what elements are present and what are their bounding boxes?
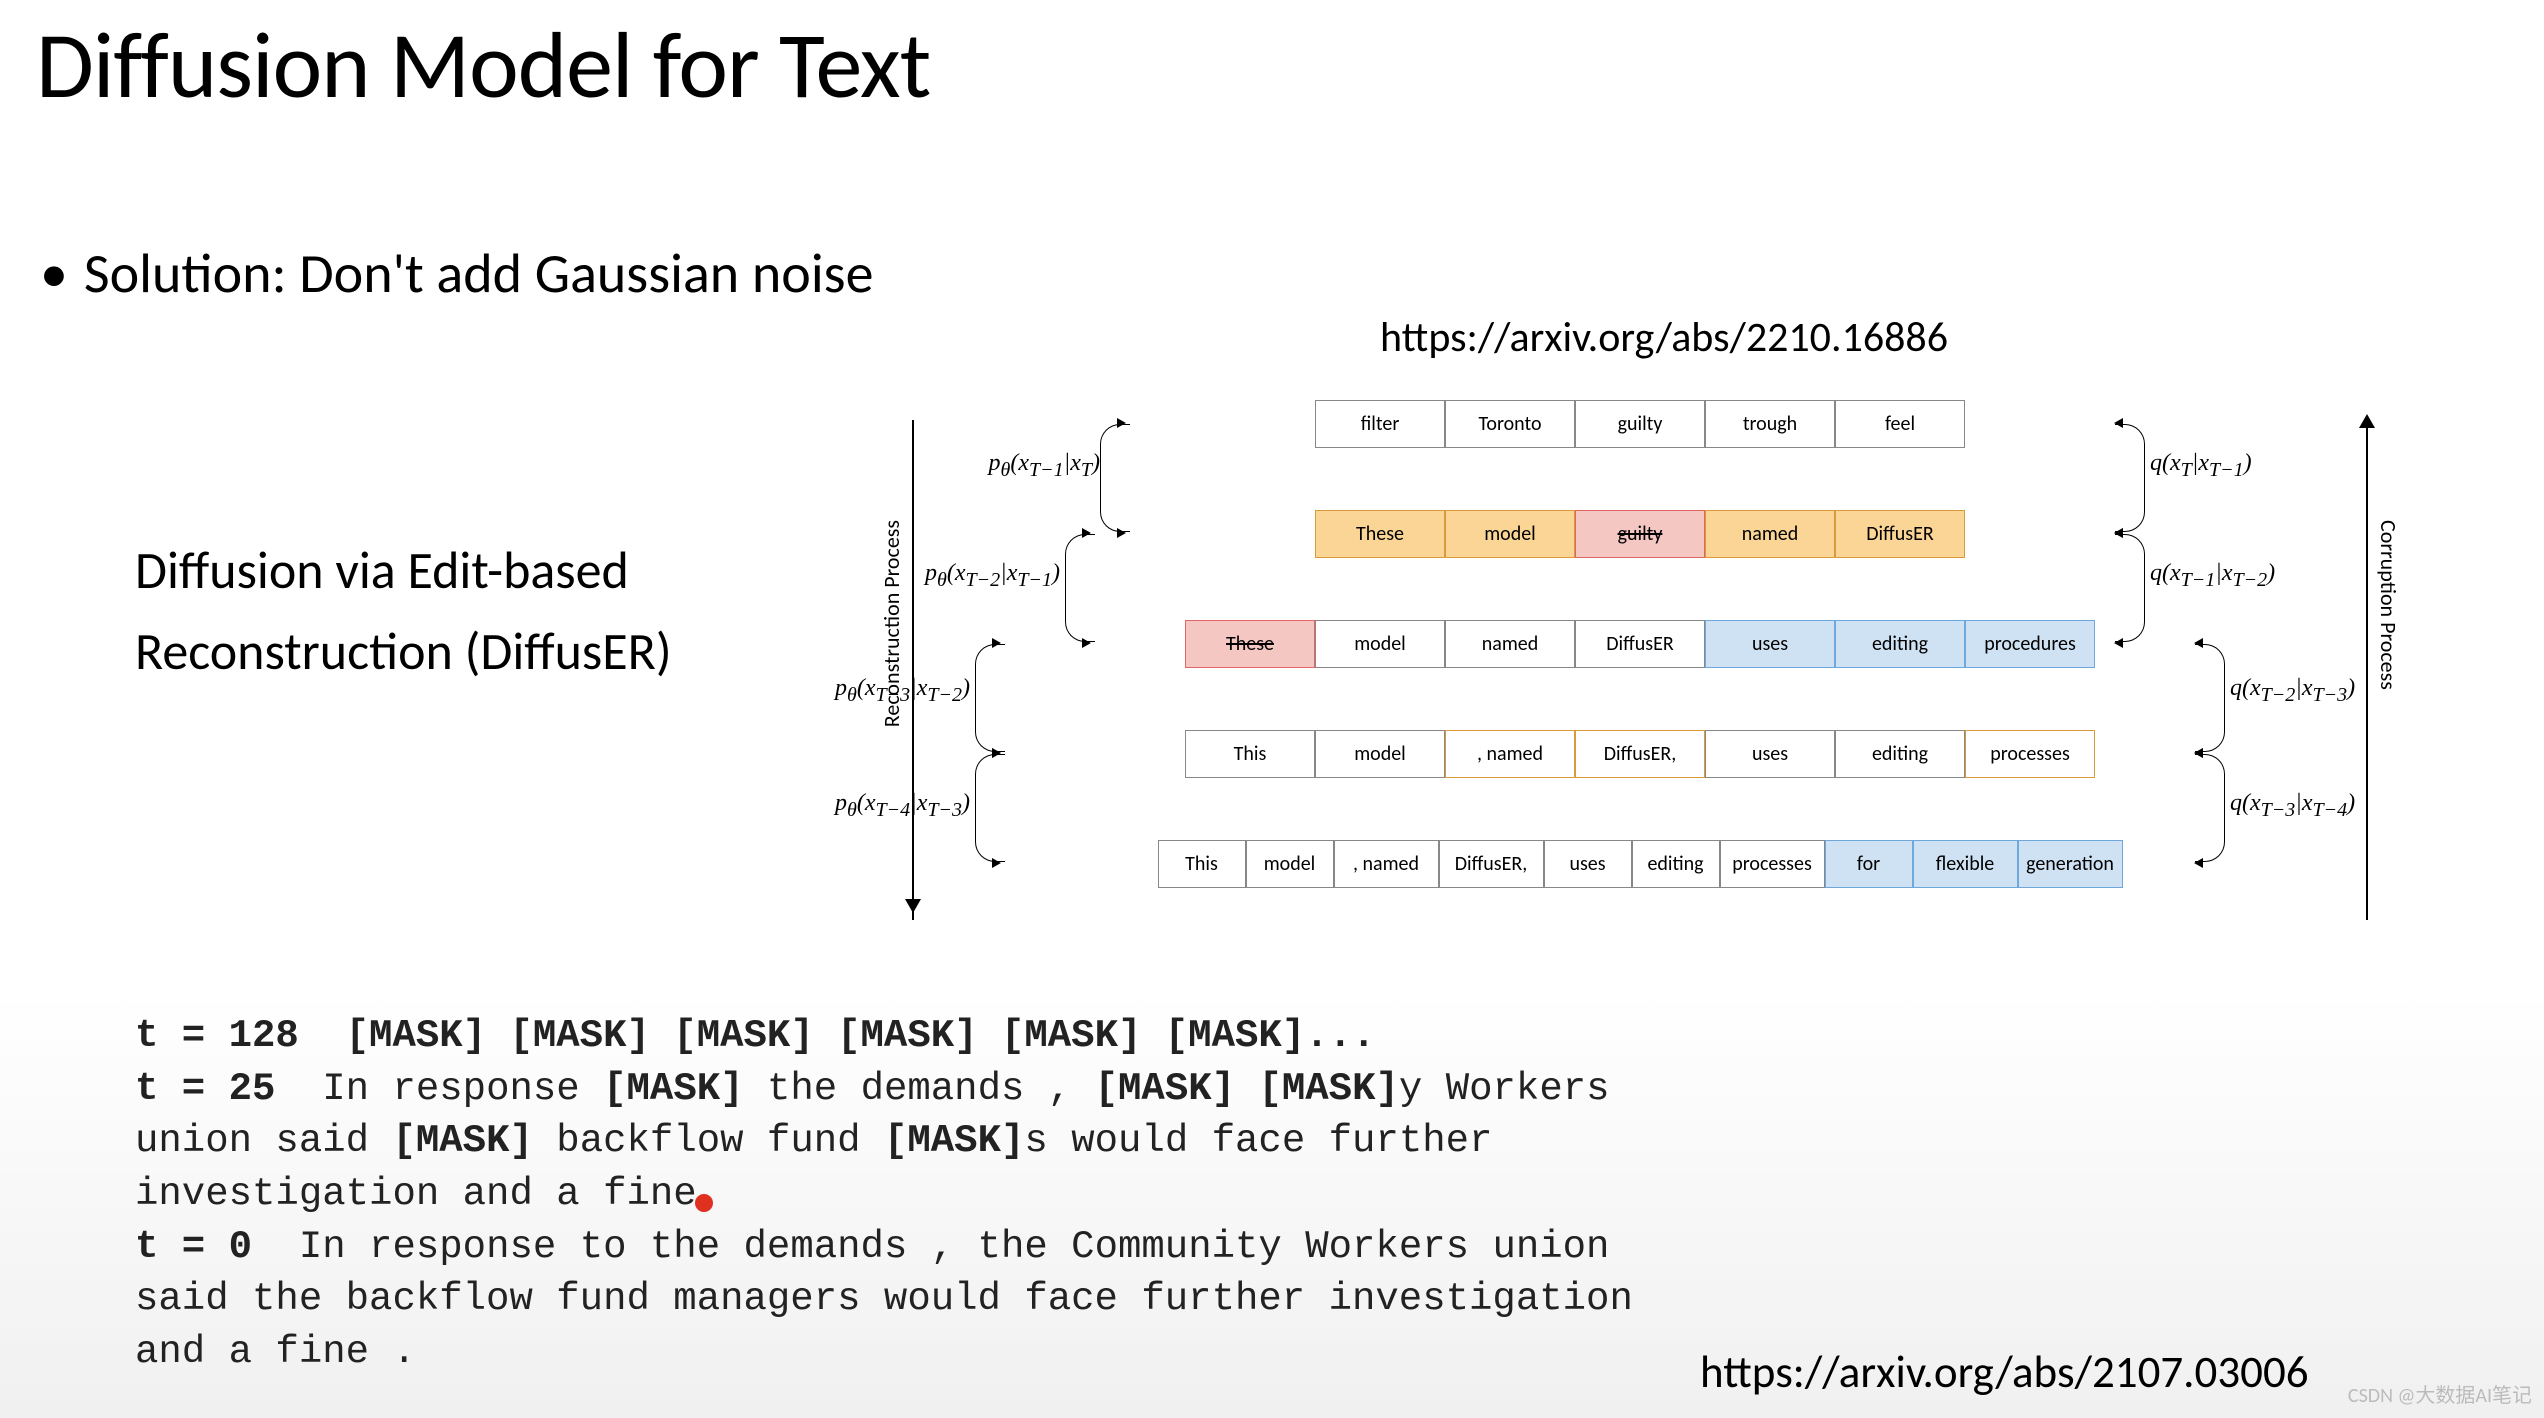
diagram-row: ThesemodelguiltynamedDiffusER [1110, 510, 2170, 558]
t25-label: t = 25 [135, 1067, 275, 1111]
bullet-solution: •Solution: Don't add Gaussian noise [0, 0, 873, 308]
token-cell: flexible [1913, 840, 2018, 888]
token-cell: DiffusER, [1439, 840, 1544, 888]
token-cell: editing [1835, 730, 1965, 778]
token-cell: guilty [1575, 400, 1705, 448]
t25-body: In response [MASK] the demands , [MASK] … [135, 1067, 1610, 1216]
diagram-row: Thismodel, namedDiffusER,useseditingproc… [1110, 840, 2170, 888]
token-cell: , named [1445, 730, 1575, 778]
token-cell: model [1315, 730, 1445, 778]
token-cell: editing [1632, 840, 1720, 888]
t128-label: t = 128 [135, 1014, 299, 1058]
token-cell: trough [1705, 400, 1835, 448]
q-label: q(xT|xT−1) [2150, 450, 2330, 482]
token-cell: , named [1334, 840, 1439, 888]
token-cell: DiffusER [1835, 510, 1965, 558]
arxiv-link-bottom[interactable]: https://arxiv.org/abs/2107.03006 [1700, 1345, 2309, 1400]
token-cell: DiffusER [1575, 620, 1705, 668]
diffuser-subtitle: Diffusion via Edit-based Reconstruction … [135, 530, 765, 691]
token-cell: for [1825, 840, 1913, 888]
up-arrow-icon [2366, 420, 2368, 920]
token-cell: model [1445, 510, 1575, 558]
token-cell: generation [2018, 840, 2123, 888]
down-arrow-icon [912, 420, 914, 920]
q-label: q(xT−2|xT−3) [2230, 675, 2410, 707]
token-cell: model [1246, 840, 1334, 888]
example-line: t = 0 In response to the demands , the C… [135, 1221, 1715, 1379]
token-cell: uses [1544, 840, 1632, 888]
token-cell: procedures [1965, 620, 2095, 668]
diffuser-diagram: Reconstruction Process Corruption Proces… [820, 400, 2420, 940]
connector-icon [2195, 644, 2225, 752]
corruption-process-label: Corruption Process [2375, 520, 2402, 690]
q-label: q(xT−3|xT−4) [2230, 790, 2410, 822]
token-cell: feel [1835, 400, 1965, 448]
diagram-row: filterTorontoguiltytroughfeel [1110, 400, 2170, 448]
token-cell: DiffusER, [1575, 730, 1705, 778]
token-cell: This [1185, 730, 1315, 778]
arxiv-link-top[interactable]: https://arxiv.org/abs/2210.16886 [1380, 312, 1948, 363]
token-cell: processes [1965, 730, 2095, 778]
bullet-text: Solution: Don't add Gaussian noise [84, 240, 874, 308]
p-label: pθ(xT−3|xT−2) [790, 675, 970, 707]
token-cell: This [1158, 840, 1246, 888]
token-cell: These [1315, 510, 1445, 558]
connector-icon [2195, 754, 2225, 862]
p-label: pθ(xT−2|xT−1) [880, 560, 1060, 592]
connector-icon [975, 644, 1005, 752]
token-cell: guilty [1575, 510, 1705, 558]
t128-body: [MASK] [MASK] [MASK] [MASK] [MASK] [MASK… [346, 1014, 1376, 1058]
token-cell: processes [1720, 840, 1825, 888]
p-label: pθ(xT−1|xT) [920, 450, 1100, 482]
diagram-row: Thismodel, namedDiffusER,useseditingproc… [1110, 730, 2170, 778]
q-label: q(xT−1|xT−2) [2150, 560, 2330, 592]
connector-icon [1065, 534, 1095, 642]
token-cell: Toronto [1445, 400, 1575, 448]
example-line: t = 128 [MASK] [MASK] [MASK] [MASK] [MAS… [135, 1010, 1715, 1063]
diagram-rows: filterTorontoguiltytroughfeelThesemodelg… [1110, 400, 2170, 888]
t0-body: In response to the demands , the Communi… [135, 1225, 1633, 1374]
token-cell: uses [1705, 730, 1835, 778]
token-cell: editing [1835, 620, 1965, 668]
example-line: t = 25 In response [MASK] the demands , … [135, 1063, 1715, 1221]
connector-icon [975, 754, 1005, 862]
p-label: pθ(xT−4|xT−3) [790, 790, 970, 822]
laser-pointer-icon [695, 1194, 713, 1212]
token-cell: named [1705, 510, 1835, 558]
token-cell: uses [1705, 620, 1835, 668]
token-cell: filter [1315, 400, 1445, 448]
token-cell: named [1445, 620, 1575, 668]
t0-label: t = 0 [135, 1225, 252, 1269]
diagram-row: ThesemodelnamedDiffusERuseseditingproced… [1110, 620, 2170, 668]
watermark: CSDN @大数据AI笔记 [2348, 1379, 2532, 1408]
token-cell: model [1315, 620, 1445, 668]
token-cell: These [1185, 620, 1315, 668]
bullet-dot: • [40, 240, 84, 308]
mask-examples: t = 128 [MASK] [MASK] [MASK] [MASK] [MAS… [135, 1010, 1715, 1378]
